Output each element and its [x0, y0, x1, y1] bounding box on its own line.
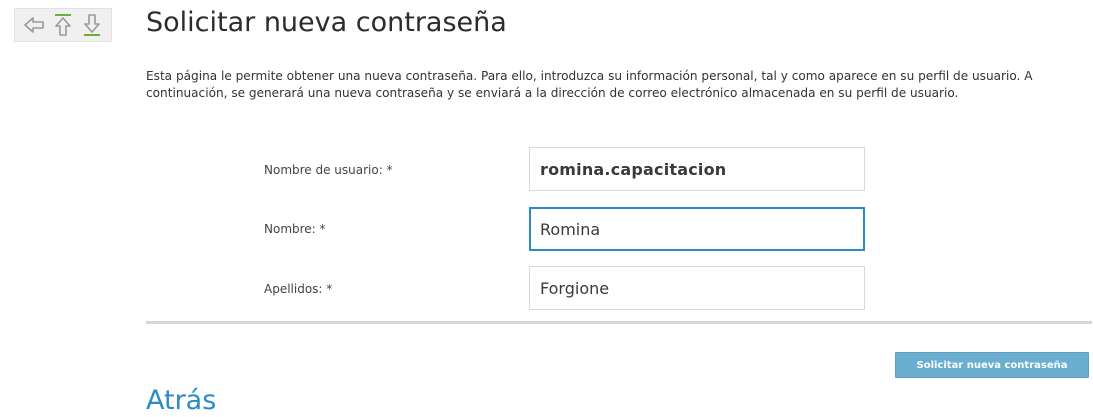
username-field[interactable] — [529, 147, 865, 191]
first-name-field[interactable] — [529, 207, 865, 251]
page-title: Solicitar nueva contraseña — [146, 7, 507, 38]
first-name-label: Nombre: * — [264, 222, 326, 236]
last-name-label: Apellidos: * — [264, 282, 333, 296]
intro-text: Esta página le permite obtener una nueva… — [146, 69, 1033, 100]
last-name-field[interactable] — [529, 266, 865, 310]
up-arrow-icon[interactable] — [50, 12, 76, 38]
back-arrow-icon[interactable] — [21, 12, 47, 38]
username-label: Nombre de usuario: * — [264, 163, 393, 177]
form-divider — [146, 321, 1092, 324]
down-arrow-icon[interactable] — [79, 12, 105, 38]
back-link[interactable]: Atrás — [146, 385, 216, 417]
request-password-button[interactable]: Solicitar nueva contraseña — [895, 352, 1089, 378]
navigation-toolbar — [14, 8, 112, 42]
